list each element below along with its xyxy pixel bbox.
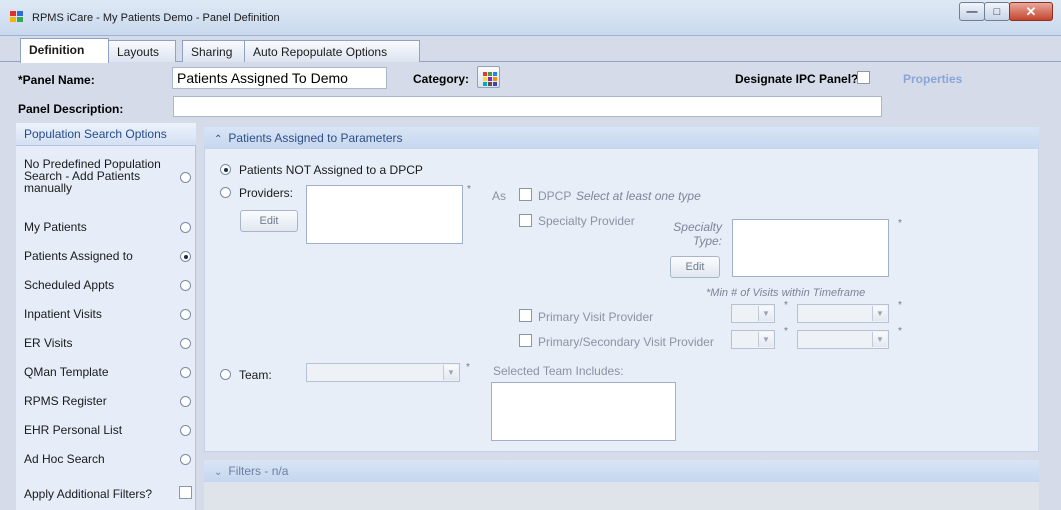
specialty-edit-button[interactable]: Edit xyxy=(670,256,720,278)
filters-title: Filters - n/a xyxy=(228,464,289,478)
primary-visit-timeframe-combo[interactable]: ▼ xyxy=(797,304,889,323)
select-hint: Select at least one type xyxy=(576,189,701,203)
option-no-predefined-label: No Predefined Population Search - Add Pa… xyxy=(24,157,161,195)
filters-header[interactable]: ⌄ Filters - n/a xyxy=(204,460,1039,482)
title-bar: RPMS iCare - My Patients Demo - Panel De… xyxy=(0,0,1061,36)
providers-radio[interactable] xyxy=(220,187,231,198)
specialty-provider-label: Specialty Provider xyxy=(538,214,635,228)
option-my-patients-label: My Patients xyxy=(24,220,87,234)
option-ehr-personal-list-radio[interactable] xyxy=(180,425,191,436)
tab-auto-repopulate[interactable]: Auto Repopulate Options xyxy=(244,40,420,62)
panel-name-label: *Panel Name: xyxy=(18,73,95,87)
population-search-header: Population Search Options xyxy=(16,123,196,146)
category-button[interactable] xyxy=(477,66,500,88)
primary-secondary-timeframe-combo[interactable]: ▼ xyxy=(797,330,889,349)
team-required-marker: * xyxy=(466,362,470,373)
providers-edit-button[interactable]: Edit xyxy=(240,210,298,232)
filters-panel xyxy=(204,482,1039,510)
min-visits-label: *Min # of Visits within Timeframe xyxy=(706,287,866,299)
primary-secondary-timeframe-marker: * xyxy=(898,326,902,337)
team-combo[interactable]: ▼ xyxy=(306,363,460,382)
providers-label: Providers: xyxy=(239,186,294,200)
option-rpms-register-radio[interactable] xyxy=(180,396,191,407)
primary-visit-checkbox[interactable] xyxy=(519,309,532,322)
option-ad-hoc-search-label: Ad Hoc Search xyxy=(24,452,105,466)
selected-team-listbox[interactable] xyxy=(491,382,676,441)
panel-description-label: Panel Description: xyxy=(18,102,124,116)
primary-secondary-label: Primary/Secondary Visit Provider xyxy=(538,335,714,349)
option-qman-template-radio[interactable] xyxy=(180,367,191,378)
panel-description-input[interactable] xyxy=(173,96,882,117)
not-assigned-label: Patients NOT Assigned to a DPCP xyxy=(239,163,423,177)
not-assigned-radio[interactable] xyxy=(220,164,231,175)
providers-listbox[interactable] xyxy=(306,185,463,244)
minimize-button[interactable]: — xyxy=(959,2,985,21)
option-my-patients-radio[interactable] xyxy=(180,222,191,233)
close-button[interactable]: ✕ xyxy=(1009,2,1053,21)
specialty-provider-checkbox[interactable] xyxy=(519,214,532,227)
dpcp-label: DPCP xyxy=(538,189,572,203)
option-patients-assigned-label: Patients Assigned to xyxy=(24,249,133,263)
ipc-panel-checkbox[interactable] xyxy=(857,71,870,84)
tab-layouts[interactable]: Layouts xyxy=(108,40,176,62)
tab-sharing[interactable]: Sharing xyxy=(182,40,245,62)
additional-filters-label: Apply Additional Filters? xyxy=(24,487,153,501)
ipc-panel-label: Designate IPC Panel? xyxy=(735,72,859,86)
option-rpms-register-label: RPMS Register xyxy=(24,394,107,408)
option-qman-template-label: QMan Template xyxy=(24,365,109,379)
primary-visit-timeframe-marker: * xyxy=(898,300,902,311)
tab-strip: Definition Layouts Sharing Auto Repopula… xyxy=(0,36,1061,63)
dropdown-arrow-icon: ▼ xyxy=(443,365,458,380)
specialty-type-listbox[interactable] xyxy=(732,219,889,277)
dropdown-arrow-icon: ▼ xyxy=(758,332,773,347)
app-icon xyxy=(10,11,24,23)
tab-definition[interactable]: Definition xyxy=(20,38,109,63)
maximize-button[interactable]: □ xyxy=(984,2,1010,21)
properties-link[interactable]: Properties xyxy=(903,72,962,86)
close-icon: ✕ xyxy=(1025,3,1037,19)
minimize-icon: — xyxy=(966,5,978,18)
expand-chevron-icon: ⌄ xyxy=(214,467,223,478)
team-radio[interactable] xyxy=(220,369,231,380)
option-inpatient-visits-label: Inpatient Visits xyxy=(24,307,102,321)
specialty-type-label: Specialty Type: xyxy=(673,220,722,248)
panel-name-input[interactable]: Patients Assigned To Demo xyxy=(172,67,387,89)
parameters-title: Patients Assigned to Parameters xyxy=(228,131,403,145)
additional-filters-checkbox[interactable] xyxy=(179,486,192,499)
dpcp-checkbox[interactable] xyxy=(519,188,532,201)
option-patients-assigned-radio[interactable] xyxy=(180,251,191,262)
option-inpatient-visits-radio[interactable] xyxy=(180,309,191,320)
option-er-visits-label: ER Visits xyxy=(24,336,73,350)
primary-secondary-checkbox[interactable] xyxy=(519,334,532,347)
option-scheduled-appts-label: Scheduled Appts xyxy=(24,278,115,292)
primary-visit-count-marker: * xyxy=(784,300,788,311)
primary-visit-label: Primary Visit Provider xyxy=(538,310,654,324)
team-label: Team: xyxy=(239,368,272,382)
maximize-icon: □ xyxy=(993,5,1001,18)
dropdown-arrow-icon: ▼ xyxy=(758,306,773,321)
providers-required-marker: * xyxy=(467,184,471,195)
category-label: Category: xyxy=(413,72,470,86)
parameters-header[interactable]: ⌃ Patients Assigned to Parameters xyxy=(204,127,1039,149)
primary-secondary-count-marker: * xyxy=(784,326,788,337)
option-scheduled-appts-radio[interactable] xyxy=(180,280,191,291)
as-label: As xyxy=(492,189,507,203)
primary-visit-count-combo[interactable]: ▼ xyxy=(731,304,775,323)
collapse-chevron-icon: ⌃ xyxy=(214,134,223,145)
selected-team-label: Selected Team Includes: xyxy=(493,364,624,378)
dropdown-arrow-icon: ▼ xyxy=(872,306,887,321)
option-ad-hoc-search-radio[interactable] xyxy=(180,454,191,465)
dropdown-arrow-icon: ▼ xyxy=(872,332,887,347)
option-er-visits-radio[interactable] xyxy=(180,338,191,349)
primary-secondary-count-combo[interactable]: ▼ xyxy=(731,330,775,349)
option-ehr-personal-list-label: EHR Personal List xyxy=(24,423,123,437)
option-no-predefined-radio[interactable] xyxy=(180,172,191,183)
window-title: RPMS iCare - My Patients Demo - Panel De… xyxy=(32,12,280,24)
specialty-required-marker: * xyxy=(898,218,902,229)
